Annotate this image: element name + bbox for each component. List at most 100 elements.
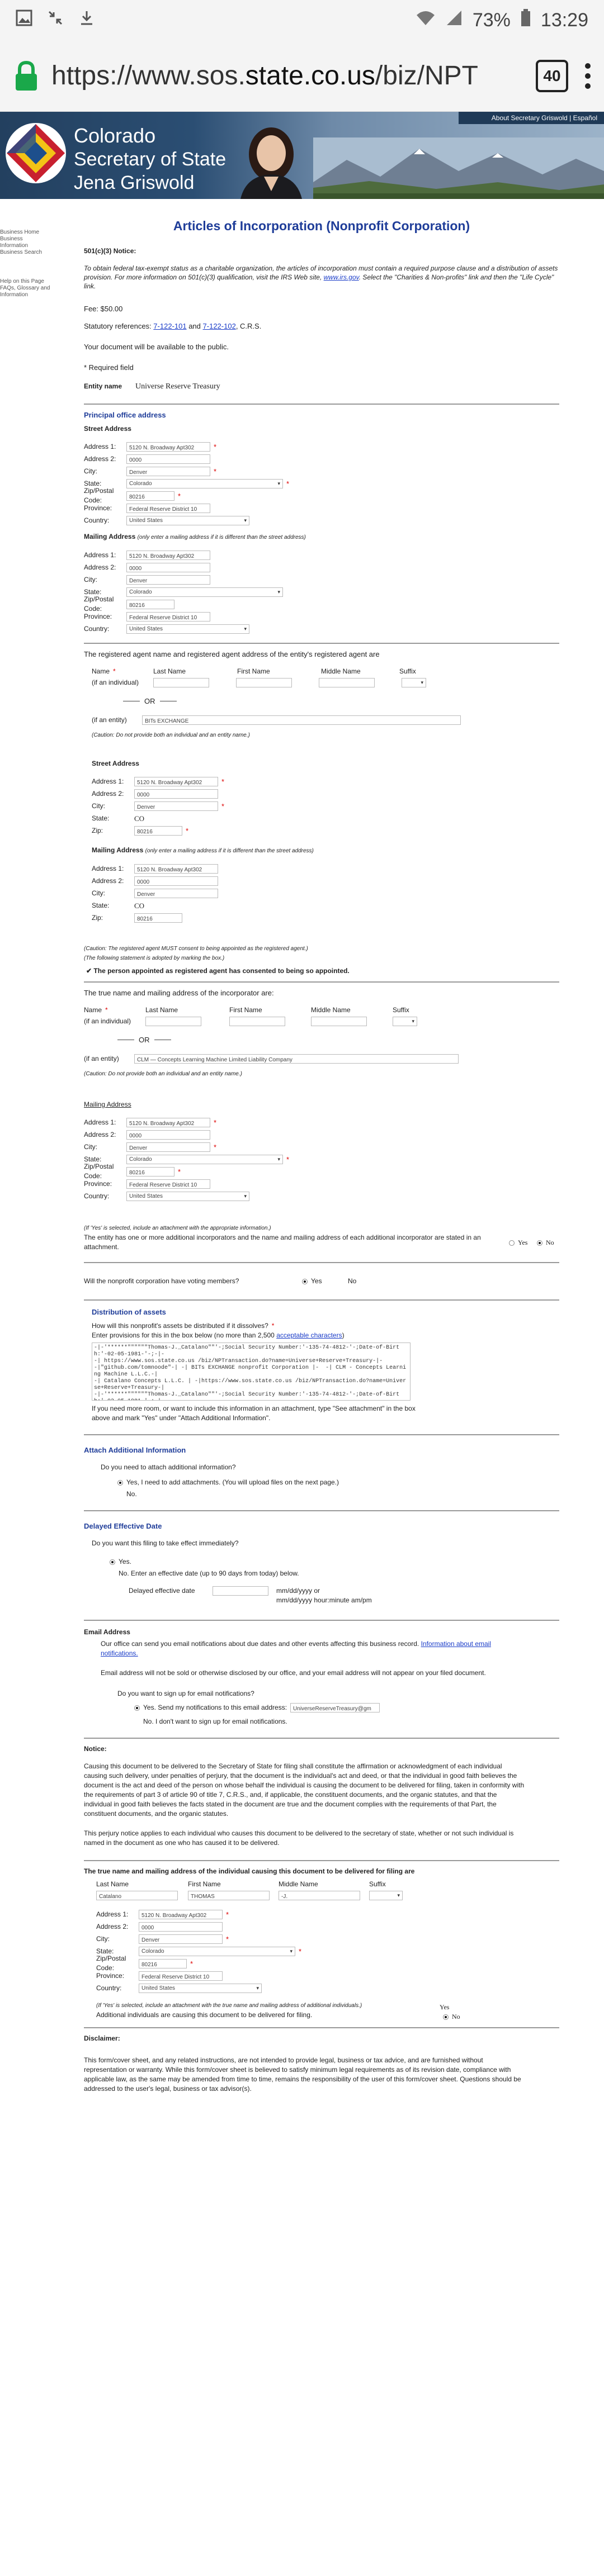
agent-mailing-address2-input[interactable]: 0000	[134, 876, 218, 886]
agent-entity-input[interactable]: BITs EXCHANGE	[142, 715, 461, 725]
principal-mailing-country-select[interactable]: United States ▾	[126, 624, 249, 634]
stat-link-1[interactable]: 7-122-101	[153, 322, 186, 330]
agent-mailing-address1-input[interactable]: 5120 N. Broadway Apt302	[134, 864, 218, 874]
principal-street-address2-row: Address 2: 0000	[84, 453, 559, 465]
entity-name-value[interactable]: Universe Reserve Treasury	[135, 382, 220, 391]
incorp-no-radio[interactable]	[537, 1240, 542, 1246]
voting-no[interactable]: No	[348, 1277, 356, 1286]
incorp-mailing-zip-input[interactable]: 80216	[126, 1166, 174, 1176]
filer-middle-input[interactable]: -J.	[279, 1890, 360, 1900]
email-yes-option[interactable]: Yes. Send my notifications to this email…	[134, 1703, 559, 1712]
principal-street-city-input[interactable]: Denver	[126, 466, 210, 476]
incorp-first-input[interactable]	[229, 1016, 285, 1026]
filer-no-option[interactable]: No	[443, 2012, 460, 2022]
filer-mailing-country-select[interactable]: United States ▾	[139, 1983, 262, 1993]
agent-mailing-city-input[interactable]: Denver	[134, 888, 218, 898]
filer-mailing-address2-input[interactable]: 0000	[139, 1922, 223, 1932]
banner-top-links[interactable]: About Secretary Griswold | Español	[459, 112, 604, 124]
principal-mailing-address1-input[interactable]: 5120 N. Broadway Apt302	[126, 550, 210, 560]
email-no-option[interactable]: No. I don't want to sign up for email no…	[143, 1717, 559, 1726]
principal-street-zip-input[interactable]: 80216	[126, 491, 174, 501]
tab-switcher-button[interactable]: 40	[536, 59, 568, 92]
principal-mailing-state-select[interactable]: Colorado ▾	[126, 587, 283, 597]
incorp-mailing-city-input[interactable]: Denver	[126, 1142, 210, 1152]
attach-yes-option[interactable]: Yes, I need to add attachments. (You wil…	[117, 1478, 559, 1487]
email-privacy: Email address will not be sold or otherw…	[101, 1669, 486, 1677]
principal-mailing-address2-input[interactable]: 0000	[126, 562, 210, 572]
banner-titles[interactable]: Colorado Secretary of State Jena Griswol…	[74, 124, 226, 194]
agent-street-city-input[interactable]: Denver	[134, 801, 218, 811]
delayed-yes-radio[interactable]	[110, 1559, 115, 1565]
nav-business-search[interactable]: Business Search	[0, 249, 50, 256]
attach-yes-radio[interactable]	[117, 1479, 123, 1486]
agent-first-input[interactable]	[236, 677, 292, 687]
filer-first-input[interactable]: THOMAS	[188, 1890, 270, 1900]
lock-icon[interactable]	[13, 60, 39, 92]
distribution-textarea[interactable]: -|-'******""""""Thomas-J._Catalano""'-;S…	[92, 1342, 410, 1401]
principal-mailing-province-input[interactable]: Federal Reserve District 10	[126, 611, 210, 622]
agent-if-entity: (if an entity)	[92, 715, 127, 724]
incorp-mailing-address2-input[interactable]: 0000	[126, 1130, 210, 1140]
principal-mailing-city-input[interactable]: Denver	[126, 575, 210, 585]
nav-business-information[interactable]: Business Information	[0, 236, 50, 249]
delayed-date-input[interactable]	[213, 1586, 268, 1596]
voting-yes-radio[interactable]	[302, 1278, 308, 1284]
filer-mailing-address1-input[interactable]: 5120 N. Broadway Apt302	[139, 1909, 223, 1919]
incorp-mailing-state-select[interactable]: Colorado ▾	[126, 1154, 283, 1164]
incorp-additional-yes[interactable]: Yes	[509, 1238, 537, 1247]
attach-no-option[interactable]: No.	[126, 1489, 559, 1499]
principal-street-country-value: United States	[129, 517, 163, 524]
voting-yes[interactable]: Yes	[302, 1277, 348, 1286]
email-input[interactable]: UniverseReserveTreasury@gm	[290, 1703, 380, 1712]
agent-street-address2-row: Address 2: 0000	[92, 787, 555, 800]
incorp-mailing-country-select[interactable]: United States ▾	[126, 1191, 249, 1201]
incorp-middle-input[interactable]	[311, 1016, 367, 1026]
principal-street-address2-input[interactable]: 0000	[126, 454, 210, 464]
incorp-last-input[interactable]	[145, 1016, 201, 1026]
principal-street-country-select[interactable]: United States ▾	[126, 515, 249, 525]
tab-count: 40	[543, 67, 561, 84]
principal-street-province-input[interactable]: Federal Reserve District 10	[126, 503, 210, 513]
nav-help[interactable]: Help on this Page	[0, 278, 50, 285]
filer-no-radio[interactable]	[443, 2014, 449, 2020]
nav-business-home[interactable]: Business Home	[0, 229, 50, 236]
filer-mailing-province-input[interactable]: Federal Reserve District 10	[139, 1971, 223, 1981]
delayed-no-option[interactable]: No. Enter an effective date (up to 90 da…	[119, 1569, 559, 1578]
agent-last-input[interactable]	[153, 677, 209, 687]
filer-mailing-state-select[interactable]: Colorado ▾	[139, 1946, 295, 1956]
agent-street-address2-input[interactable]: 0000	[134, 789, 218, 799]
agent-middle-input[interactable]	[319, 677, 375, 687]
incorp-yes-radio[interactable]	[509, 1240, 515, 1246]
site-banner: About Secretary Griswold | Español Color…	[0, 112, 604, 199]
agent-consent-caution2: (The following statement is adopted by m…	[84, 955, 225, 961]
irs-link[interactable]: www.irs.gov	[324, 273, 359, 281]
delayed-yes-option[interactable]: Yes.	[110, 1557, 559, 1567]
principal-street-state-select[interactable]: Colorado ▾	[126, 478, 283, 488]
acceptable-characters-link[interactable]: acceptable characters	[276, 1331, 342, 1339]
incorp-mailing-address1-input[interactable]: 5120 N. Broadway Apt302	[126, 1117, 210, 1127]
incorp-mailing-province-input[interactable]: Federal Reserve District 10	[126, 1179, 210, 1189]
filer-suffix-select[interactable]: ▾	[369, 1890, 403, 1900]
filer-last-input[interactable]: Catalano	[96, 1890, 178, 1900]
incorp-entity-input[interactable]: CLM — Concepts Learning Machine Limited …	[134, 1054, 459, 1064]
incorp-additional-no[interactable]: No	[537, 1238, 554, 1247]
principal-street-address1-input[interactable]: 5120 N. Broadway Apt302	[126, 442, 210, 452]
colorado-seal-logo[interactable]	[4, 122, 67, 184]
agent-street-zip-input[interactable]: 80216	[134, 826, 182, 836]
more-options-icon[interactable]	[585, 63, 591, 89]
email-yes-label: Yes. Send my notifications to this email…	[143, 1704, 287, 1711]
address-bar[interactable]: https://www.sos.state.co.us/biz/NPT	[51, 60, 519, 91]
filer-mailing-city-input[interactable]: Denver	[139, 1934, 223, 1944]
principal-mailing-zip-input[interactable]: 80216	[126, 599, 174, 609]
incorp-suffix-select[interactable]: ▾	[393, 1016, 417, 1026]
filer-yes-label[interactable]: Yes	[440, 2003, 460, 2012]
consent-checkbox[interactable]: ✔	[86, 967, 92, 975]
email-yes-radio[interactable]	[134, 1705, 140, 1711]
agent-street-address1-input[interactable]: 5120 N. Broadway Apt302	[134, 776, 218, 786]
incorp-mailing-state-row: State: Colorado ▾ *	[84, 1153, 559, 1165]
stat-link-2[interactable]: 7-122-102	[203, 322, 236, 330]
agent-suffix-select[interactable]: ▾	[402, 677, 426, 687]
agent-mailing-zip-input[interactable]: 80216	[134, 913, 182, 923]
nav-faqs[interactable]: FAQs, Glossary and Information	[0, 285, 50, 298]
filer-mailing-zip-input[interactable]: 80216	[139, 1958, 187, 1968]
